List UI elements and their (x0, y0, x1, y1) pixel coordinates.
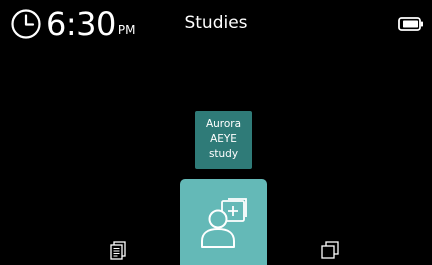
study-card-line: Aurora (205, 118, 242, 130)
study-card-line: study (208, 148, 239, 160)
battery-icon (398, 17, 423, 31)
study-card-aurora-aeye[interactable]: Aurora AEYE study (195, 111, 252, 169)
add-study-button[interactable] (180, 179, 267, 265)
page-title: Studies (184, 13, 248, 33)
add-user-icon (201, 198, 247, 248)
study-card-line: AEYE (210, 133, 237, 145)
document-stack-icon[interactable] (108, 240, 128, 260)
studies-screen: 6:30 PM Studies Aurora AEYE study (0, 0, 432, 265)
copy-pages-icon[interactable] (320, 240, 340, 260)
